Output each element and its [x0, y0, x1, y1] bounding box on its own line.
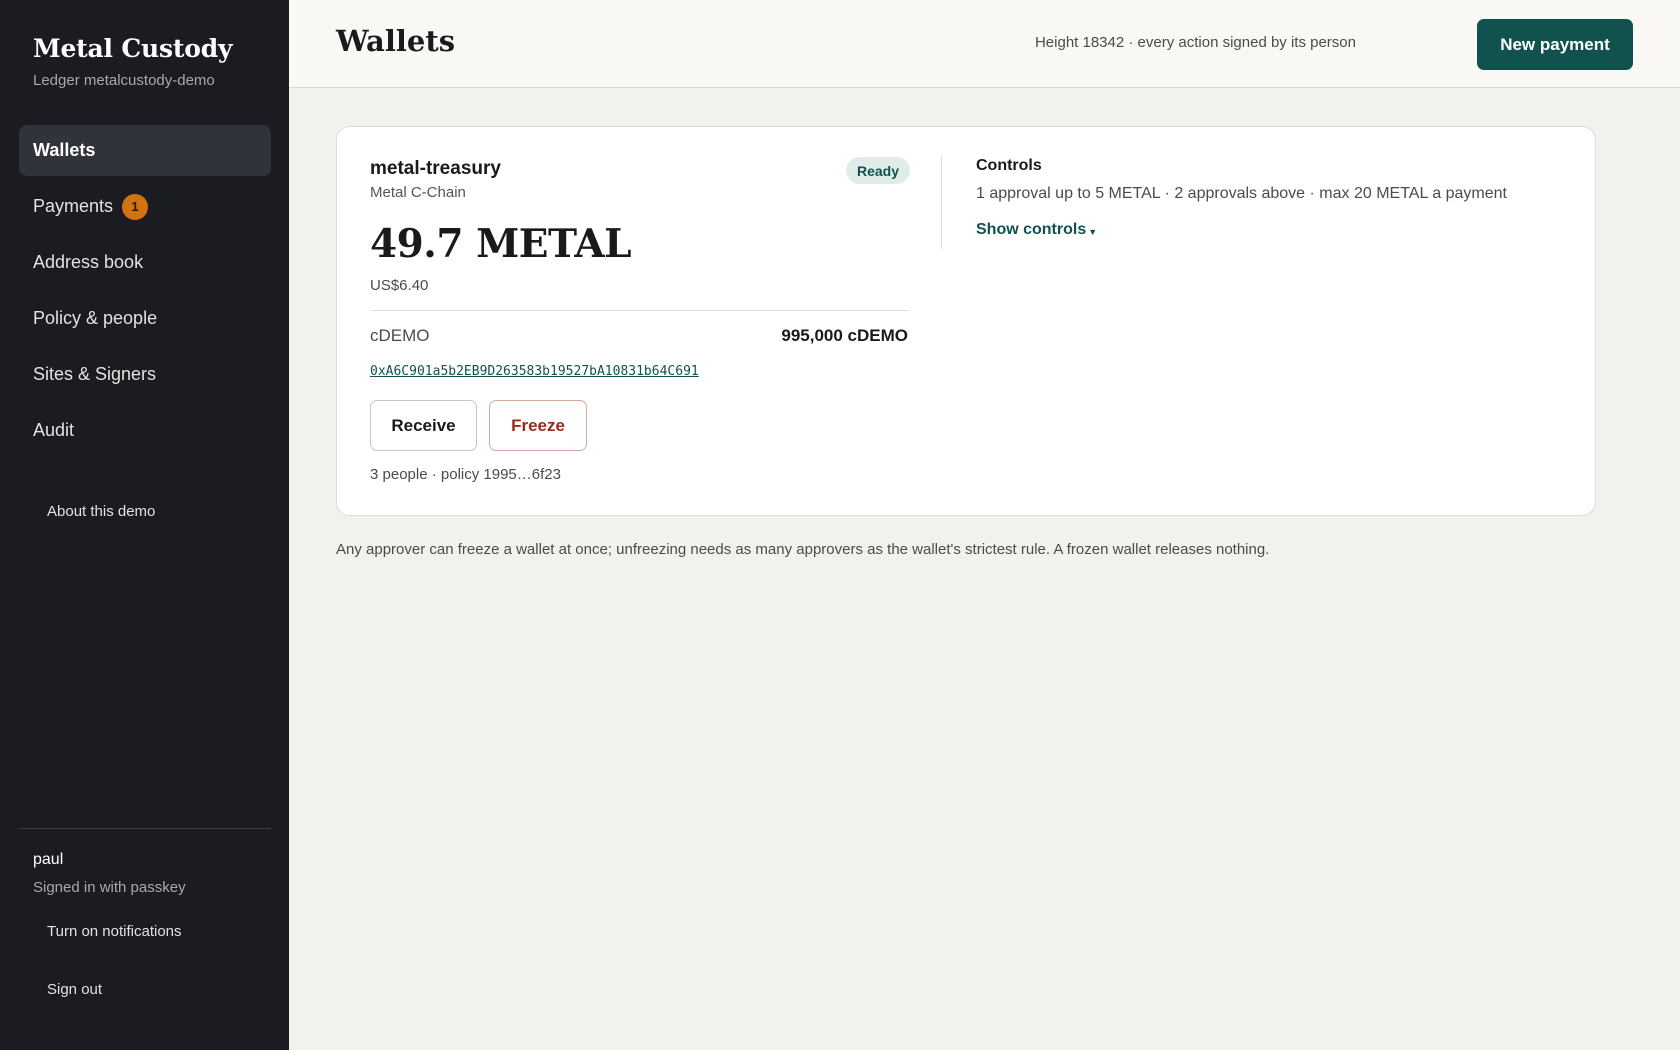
controls-summary: 1 approval up to 5 METAL · 2 approvals a…: [976, 185, 1507, 202]
caret-down-icon: ▼: [1088, 226, 1098, 237]
status-badge: Ready: [846, 157, 911, 184]
sidebar-item-audit[interactable]: Audit: [19, 405, 271, 456]
wallet-card: metal-treasury Metal C-Chain Ready 49.7 …: [336, 126, 1596, 516]
freeze-footnote: Any approver can freeze a wallet at once…: [336, 541, 1270, 558]
sidebar-item-policy-people[interactable]: Policy & people: [19, 293, 271, 344]
about-demo-link[interactable]: About this demo: [47, 503, 155, 520]
sidebar-item-label: Sites & Signers: [33, 364, 157, 384]
turn-on-notifications-button[interactable]: Turn on notifications: [47, 923, 182, 940]
page-title: Wallets: [336, 24, 456, 58]
token-amount: 995,000 cDEMO: [781, 326, 908, 345]
wallet-fiat-value: US$6.40: [370, 277, 429, 294]
payments-count-badge: 1: [122, 193, 149, 220]
freeze-button[interactable]: Freeze: [489, 400, 587, 451]
ledger-name: Ledger metalcustody-demo: [33, 72, 215, 89]
card-divider: [370, 310, 910, 311]
new-payment-button[interactable]: New payment: [1477, 19, 1633, 70]
vertical-divider: [941, 155, 942, 250]
sidebar-item-payments[interactable]: Payments 1: [19, 181, 271, 232]
wallet-balance: 49.7 METAL: [370, 221, 632, 267]
sidebar-item-address-book[interactable]: Address book: [19, 237, 271, 288]
receive-button[interactable]: Receive: [370, 400, 477, 451]
ledger-height-status: Height 18342 · every action signed by it…: [1034, 34, 1356, 51]
wallet-address-link[interactable]: 0xA6C901a5b2EB9D263583b19527bA10831b64C6…: [370, 364, 699, 379]
sidebar-item-sites-signers[interactable]: Sites & Signers: [19, 349, 271, 400]
wallet-name: metal-treasury: [370, 158, 501, 179]
wallet-policy-summary: 3 people · policy 1995…6f23: [370, 466, 561, 483]
app-name: Metal Custody: [33, 34, 233, 63]
show-controls-label: Show controls: [976, 221, 1087, 238]
sign-out-button[interactable]: Sign out: [47, 981, 102, 998]
show-controls-toggle[interactable]: Show controls ▼: [976, 221, 1097, 239]
user-name: paul: [33, 851, 64, 868]
sidebar-item-wallets[interactable]: Wallets: [19, 125, 271, 176]
sidebar-divider: [19, 828, 271, 829]
sidebar-nav: Wallets Payments 1 Address book Policy &…: [19, 125, 271, 461]
user-auth-status: Signed in with passkey: [33, 879, 186, 896]
sidebar: Metal Custody Ledger metalcustody-demo W…: [0, 0, 289, 1050]
sidebar-item-label: Address book: [33, 252, 144, 272]
sidebar-item-label: Policy & people: [33, 308, 158, 328]
sidebar-item-label: Audit: [33, 420, 75, 440]
page-header: Wallets Height 18342 · every action sign…: [289, 0, 1680, 88]
token-name: cDEMO: [370, 326, 430, 345]
wallet-chain: Metal C-Chain: [370, 184, 466, 201]
sidebar-item-label: Payments: [33, 196, 114, 216]
controls-heading: Controls: [976, 157, 1042, 174]
sidebar-item-label: Wallets: [33, 140, 96, 160]
